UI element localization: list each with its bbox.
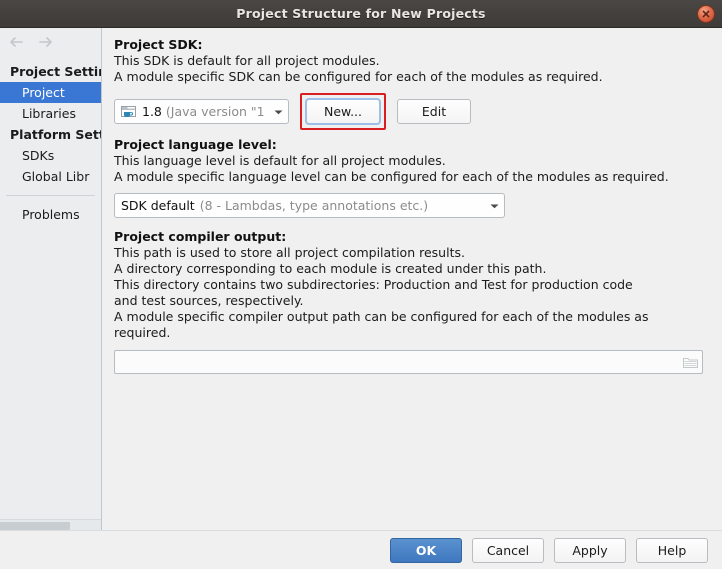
help-button[interactable]: Help — [636, 537, 708, 563]
project-sdk-desc-line-2: A module specific SDK can be configured … — [114, 69, 603, 84]
title-bar: Project Structure for New Projects — [0, 0, 722, 28]
dialog-window: Project Structure for New Projects Proje… — [0, 0, 722, 569]
new-sdk-highlight-box: New... — [300, 93, 386, 130]
arrow-left-icon[interactable] — [8, 34, 25, 48]
project-sdk-value: 1.8 — [142, 104, 162, 119]
language-level-value: SDK default — [121, 198, 195, 213]
compiler-output-desc-line-6: required. — [114, 325, 171, 340]
sidebar-group-project-settings: Project Settin — [10, 64, 101, 79]
window-title: Project Structure for New Projects — [236, 6, 486, 21]
compiler-output-desc-line-3: This directory contains two subdirectori… — [114, 277, 633, 292]
project-sdk-desc-line-1: This SDK is default for all project modu… — [114, 53, 380, 68]
project-sdk-title: Project SDK: — [114, 37, 203, 52]
scrollbar-thumb[interactable] — [0, 522, 70, 530]
sidebar-item-project[interactable]: Project — [0, 82, 101, 103]
compiler-output-desc-line-5: A module specific compiler output path c… — [114, 309, 649, 324]
sidebar-group-platform-settings: Platform Sett — [10, 127, 101, 142]
language-level-desc-line-1: This language level is default for all p… — [114, 153, 446, 168]
sidebar-divider — [6, 195, 95, 196]
compiler-output-path-input[interactable] — [121, 354, 683, 370]
new-sdk-button[interactable]: New... — [305, 98, 381, 125]
sidebar-item-sdks[interactable]: SDKs — [0, 145, 101, 166]
sidebar-horizontal-scrollbar[interactable] — [0, 519, 101, 530]
chevron-down-icon[interactable] — [267, 108, 284, 116]
language-level-combobox[interactable]: SDK default (8 - Lambdas, type annotatio… — [114, 193, 505, 218]
language-level-controls-row: SDK default (8 - Lambdas, type annotatio… — [114, 193, 710, 218]
navigation-arrows — [0, 28, 101, 54]
cancel-button[interactable]: Cancel — [472, 537, 544, 563]
dialog-button-bar: OK Cancel Apply Help — [0, 530, 722, 569]
compiler-output-path-field[interactable] — [114, 350, 703, 374]
arrow-right-icon[interactable] — [37, 34, 54, 48]
main-content: Project SDK: This SDK is default for all… — [102, 28, 722, 530]
dialog-body: Project Settin Project Libraries Platfor… — [0, 28, 722, 530]
chevron-down-icon[interactable] — [483, 202, 500, 210]
ok-button[interactable]: OK — [390, 537, 462, 563]
compiler-output-desc-line-4: and test sources, respectively. — [114, 293, 304, 308]
java-sdk-icon — [121, 105, 137, 119]
compiler-output-title: Project compiler output: — [114, 229, 287, 244]
compiler-output-desc-line-2: A directory corresponding to each module… — [114, 261, 547, 276]
project-sdk-controls-row: 1.8 (Java version "1 New... Edit — [114, 93, 710, 130]
language-level-desc-line-2: A module specific language level can be … — [114, 169, 669, 184]
sidebar-item-libraries[interactable]: Libraries — [0, 103, 101, 124]
sidebar-item-global-libraries[interactable]: Global Libr — [0, 166, 101, 187]
language-level-value-detail: (8 - Lambdas, type annotations etc.) — [199, 198, 429, 213]
sidebar-item-problems[interactable]: Problems — [0, 204, 101, 225]
project-sdk-combobox[interactable]: 1.8 (Java version "1 — [114, 99, 289, 124]
sidebar-list: Project Settin Project Libraries Platfor… — [0, 54, 101, 530]
edit-sdk-button[interactable]: Edit — [397, 99, 471, 124]
apply-button[interactable]: Apply — [554, 537, 626, 563]
folder-browse-icon[interactable] — [683, 356, 698, 369]
compiler-output-desc-line-1: This path is used to store all project c… — [114, 245, 465, 260]
language-level-title: Project language level: — [114, 137, 277, 152]
close-icon[interactable] — [697, 5, 715, 23]
sidebar: Project Settin Project Libraries Platfor… — [0, 28, 102, 530]
project-sdk-value-detail: (Java version "1 — [165, 104, 265, 119]
